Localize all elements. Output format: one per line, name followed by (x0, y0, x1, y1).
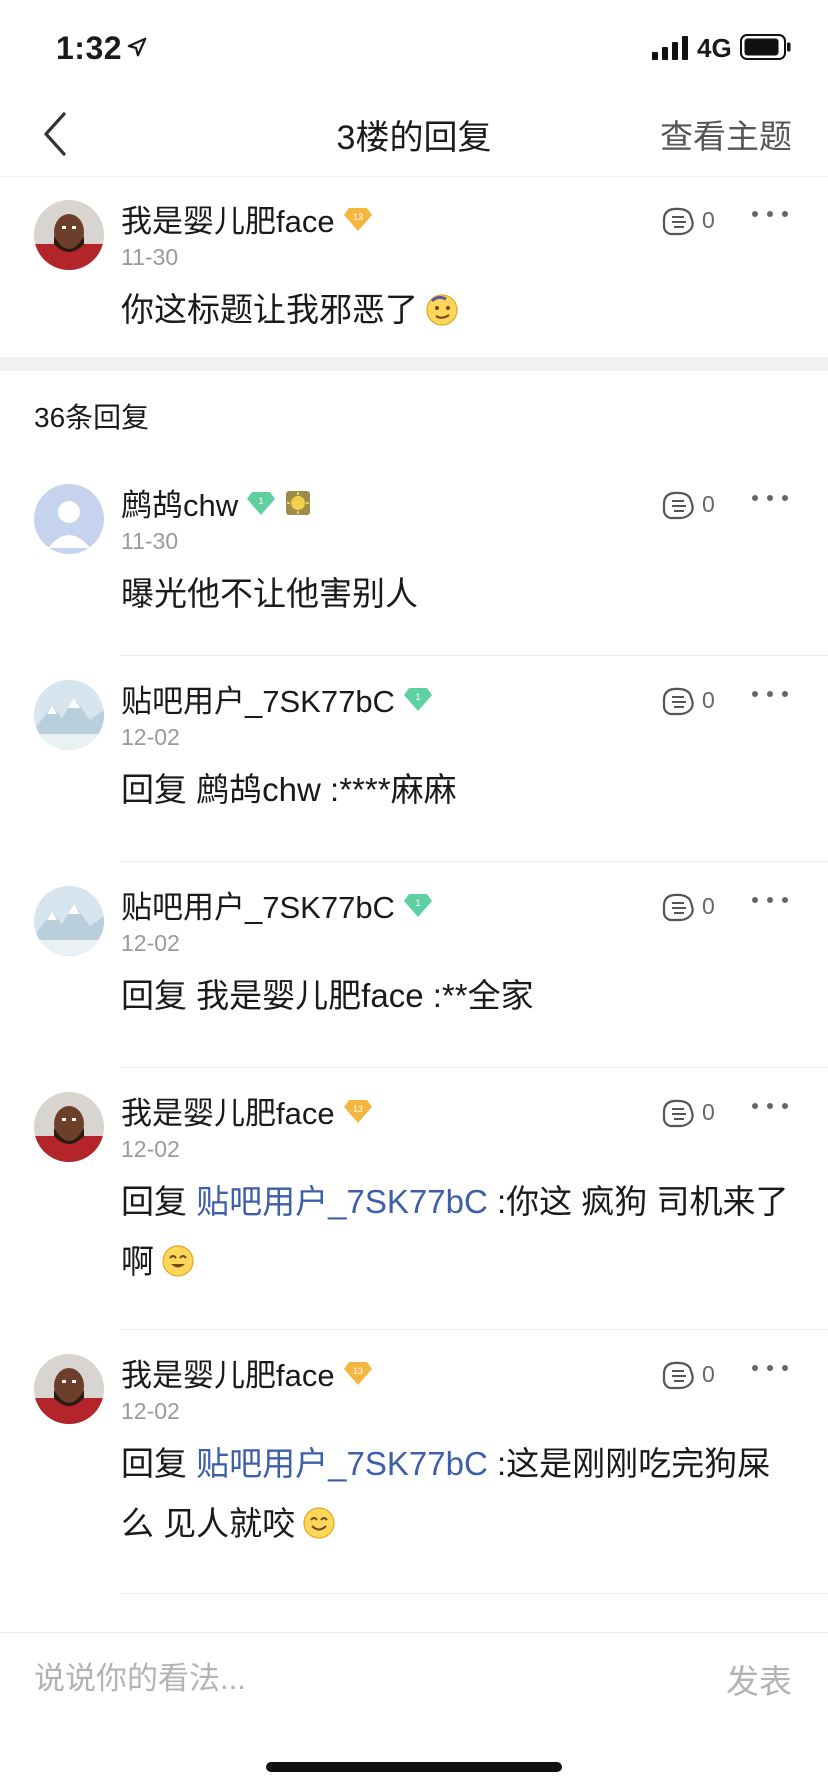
level-number: 13 (353, 212, 363, 222)
level-badge-icon: 13 (343, 207, 372, 231)
post-date: 12-02 (121, 1136, 180, 1162)
status-bar: 1:32 4G (0, 0, 828, 94)
like-hand-icon[interactable] (658, 1358, 698, 1394)
post-date: 12-02 (121, 930, 180, 956)
reply-content: 回复 贴吧用户_7SK77bC :你这 疯狗 司机来了啊 (121, 1172, 794, 1292)
reply-prefix: 回复 我是婴儿肥face : (121, 977, 442, 1014)
username[interactable]: 贴吧用户_7SK77bC 1 (121, 676, 433, 721)
reply-word: 回复 (121, 1445, 197, 1482)
more-options-button[interactable] (752, 882, 788, 918)
like-count: 0 (702, 491, 715, 517)
more-options-button[interactable] (752, 196, 788, 232)
like-hand-icon[interactable] (658, 488, 698, 524)
status-time: 1:32 (56, 30, 123, 66)
mention-link[interactable]: 贴吧用户_7SK77bC (196, 1183, 488, 1220)
level-number: 1 (415, 898, 420, 908)
like-count: 0 (702, 1099, 715, 1125)
avatar[interactable] (34, 484, 104, 554)
level-number: 1 (415, 692, 420, 702)
comment-input[interactable] (34, 1655, 594, 1703)
publish-button[interactable]: 发表 (726, 1655, 792, 1703)
row-divider (120, 1593, 828, 1594)
section-divider (0, 357, 828, 371)
reply-item: 贴吧用户_7SK77bC 1 12-02 0 回复 我是婴儿肥face :**全… (0, 862, 828, 1068)
level-badge-icon: 13 (343, 1099, 372, 1123)
username[interactable]: 我是婴儿肥face 13 (121, 1088, 373, 1133)
like-hand-icon[interactable] (658, 684, 698, 720)
reply-item: 鹧鸪chw 1 11-30 0 曝光他不让他害别人 (0, 460, 828, 656)
post-date: 12-02 (121, 724, 180, 750)
username-text: 贴吧用户_7SK77bC (121, 890, 395, 925)
post-date: 12-02 (121, 1398, 180, 1424)
like-hand-icon[interactable] (658, 204, 698, 240)
like-hand-icon[interactable] (658, 890, 698, 926)
smile-emoji-icon (303, 1507, 335, 1539)
naughty-emoji-icon (426, 294, 458, 326)
reply-item: 贴吧用户_7SK77bC 1 12-02 0 回复 鹧鸪chw :****麻麻 (0, 656, 828, 862)
avatar[interactable] (34, 1092, 104, 1162)
reply-count: 36条回复 (34, 402, 150, 433)
avatar[interactable] (34, 1354, 104, 1424)
avatar[interactable] (34, 200, 104, 270)
username[interactable]: 我是婴儿肥face 13 (121, 1350, 373, 1395)
like-hand-icon[interactable] (658, 1096, 698, 1132)
level-badge-icon: 1 (403, 687, 432, 711)
username[interactable]: 贴吧用户_7SK77bC 1 (121, 882, 433, 927)
reply-content: 回复 我是婴儿肥face :**全家 (121, 966, 794, 1026)
reply-text: **全家 (441, 977, 534, 1014)
level-badge-icon: 13 (343, 1361, 372, 1385)
home-indicator[interactable] (266, 1762, 562, 1772)
level-badge-icon: 1 (403, 893, 432, 917)
post-text: 你这标题让我邪恶了 (121, 291, 418, 328)
reply-text: 曝光他不让他害别人 (121, 575, 418, 612)
level-number: 13 (353, 1104, 363, 1114)
grin-emoji-icon (162, 1245, 194, 1277)
reply-text: ****麻麻 (339, 771, 457, 808)
username-text: 我是婴儿肥face (121, 1096, 335, 1131)
reply-word: 回复 (121, 1183, 197, 1220)
username[interactable]: 我是婴儿肥face 13 (121, 196, 373, 241)
member-badge-icon (286, 490, 311, 515)
post-date: 11-30 (121, 244, 179, 270)
post-content: 你这标题让我邪恶了 (121, 280, 794, 340)
cellular-signal-icon (652, 36, 688, 60)
comment-bar: 发表 (0, 1632, 828, 1729)
avatar[interactable] (34, 680, 104, 750)
more-options-button[interactable] (752, 1088, 788, 1124)
username-text: 贴吧用户_7SK77bC (121, 684, 395, 719)
reply-content: 回复 鹧鸪chw :****麻麻 (121, 760, 794, 820)
username[interactable]: 鹧鸪chw 1 (121, 480, 312, 525)
reply-prefix: 回复 鹧鸪chw : (121, 771, 340, 808)
username-text: 鹧鸪chw (121, 488, 239, 523)
level-number: 13 (353, 1366, 363, 1376)
like-count: 0 (702, 207, 715, 233)
like-count: 0 (702, 893, 715, 919)
mention-link[interactable]: 贴吧用户_7SK77bC (196, 1445, 488, 1482)
reply-content: 曝光他不让他害别人 (121, 564, 794, 624)
location-arrow-icon (127, 37, 147, 57)
battery-icon (740, 34, 791, 60)
network-type: 4G (697, 33, 732, 63)
reply-content: 回复 贴吧用户_7SK77bC :这是刚刚吃完狗屎么 见人就咬 (121, 1434, 794, 1554)
avatar[interactable] (34, 886, 104, 956)
like-count: 0 (702, 687, 715, 713)
more-options-button[interactable] (752, 480, 788, 516)
more-options-button[interactable] (752, 1350, 788, 1386)
level-number: 1 (259, 496, 264, 506)
view-topic-button[interactable]: 查看主题 (660, 110, 792, 158)
reply-item: 我是婴儿肥face 13 12-02 0 回复 贴吧用户_7SK77bC :这是… (0, 1330, 828, 1594)
username-text: 我是婴儿肥face (121, 1358, 335, 1393)
level-badge-icon: 1 (247, 491, 276, 515)
reply-item: 我是婴儿肥face 13 12-02 0 回复 贴吧用户_7SK77bC :你这… (0, 1068, 828, 1330)
post-date: 11-30 (121, 528, 179, 554)
navigation-bar: 3楼的回复 查看主题 (0, 94, 828, 177)
more-options-button[interactable] (752, 676, 788, 712)
like-count: 0 (702, 1361, 715, 1387)
username-text: 我是婴儿肥face (121, 204, 335, 239)
floor-post: 我是婴儿肥face 13 11-30 0 你这标题让我邪恶了 (0, 176, 828, 356)
